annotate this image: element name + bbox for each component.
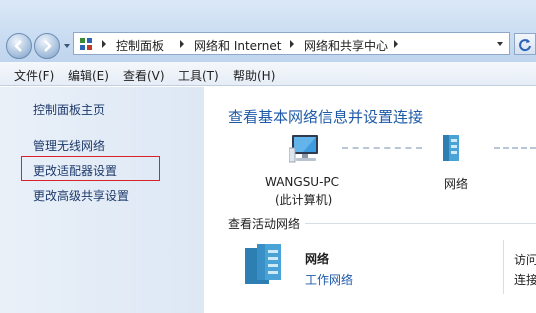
page-title: 查看基本网络信息并设置连接 bbox=[228, 108, 424, 126]
breadcrumb-separator-icon bbox=[394, 40, 398, 48]
access-type-label: 访问 bbox=[514, 253, 536, 267]
address-toolbar: 控制面板 网络和 Internet 网络和共享中心 bbox=[0, 0, 536, 62]
breadcrumb-network-internet[interactable]: 网络和 Internet bbox=[194, 37, 281, 54]
menu-edit[interactable]: 编辑(E) bbox=[68, 67, 109, 84]
vertical-divider bbox=[503, 240, 504, 294]
active-network-name: 网络 bbox=[305, 252, 330, 266]
back-button[interactable] bbox=[6, 33, 32, 59]
section-divider bbox=[305, 223, 536, 224]
sidebar-item-manage-wireless[interactable]: 管理无线网络 bbox=[33, 137, 105, 154]
forward-button[interactable] bbox=[34, 33, 60, 59]
connections-label: 连接 bbox=[514, 273, 536, 287]
back-arrow-icon bbox=[14, 40, 22, 52]
active-networks-heading: 查看活动网络 bbox=[228, 217, 301, 231]
breadcrumb-control-panel[interactable]: 控制面板 bbox=[116, 37, 164, 54]
network-label: 网络 bbox=[444, 177, 469, 191]
refresh-button[interactable] bbox=[514, 33, 536, 55]
menu-tools[interactable]: 工具(T) bbox=[178, 67, 219, 84]
connection-line bbox=[494, 147, 536, 149]
network-type-link[interactable]: 工作网络 bbox=[305, 271, 353, 288]
sidebar-item-advanced-sharing[interactable]: 更改高级共享设置 bbox=[33, 187, 129, 204]
menu-help[interactable]: 帮助(H) bbox=[233, 67, 275, 84]
computer-icon bbox=[289, 135, 318, 163]
control-panel-icon bbox=[80, 38, 92, 50]
breadcrumb-sharing-center[interactable]: 网络和共享中心 bbox=[304, 37, 388, 54]
highlight-box bbox=[21, 156, 160, 181]
computer-name: WANGSU-PC bbox=[265, 175, 340, 189]
sidebar-item-control-panel-home[interactable]: 控制面板主页 bbox=[33, 101, 105, 118]
history-dropdown-icon[interactable] bbox=[63, 42, 71, 50]
menu-bar: 文件(F) 编辑(E) 查看(V) 工具(T) 帮助(H) bbox=[0, 62, 536, 86]
refresh-icon bbox=[519, 39, 531, 52]
connection-line bbox=[342, 147, 422, 149]
menu-view[interactable]: 查看(V) bbox=[123, 67, 165, 84]
breadcrumb-separator-icon bbox=[102, 40, 106, 48]
forward-arrow-icon bbox=[44, 40, 52, 52]
network-icon bbox=[245, 244, 281, 284]
address-dropdown-icon[interactable] bbox=[495, 39, 505, 49]
address-bar[interactable]: 控制面板 网络和 Internet 网络和共享中心 bbox=[73, 32, 510, 55]
menu-file[interactable]: 文件(F) bbox=[14, 67, 54, 84]
breadcrumb-separator-icon bbox=[290, 40, 294, 48]
network-icon bbox=[443, 135, 459, 161]
breadcrumb-separator-icon bbox=[180, 40, 184, 48]
computer-subtitle: (此计算机) bbox=[275, 193, 333, 207]
